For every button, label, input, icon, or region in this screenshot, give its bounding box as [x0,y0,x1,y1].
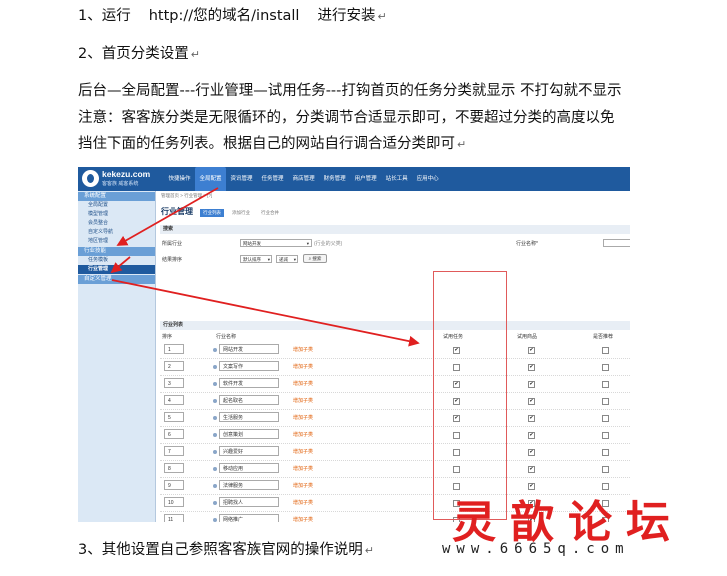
arrow-to-industry-group [116,187,219,246]
return-mark: ↵ [364,544,374,557]
step3-text: 3、其他设置自己参照客客族官网的操作说明 ↵ [78,542,374,558]
watermark-url: www.6665q.com [442,541,630,557]
arrow-to-trial-task-column [111,279,420,347]
trial-task-highlight-box [433,271,507,520]
arrow-to-industry-manage [110,256,131,274]
